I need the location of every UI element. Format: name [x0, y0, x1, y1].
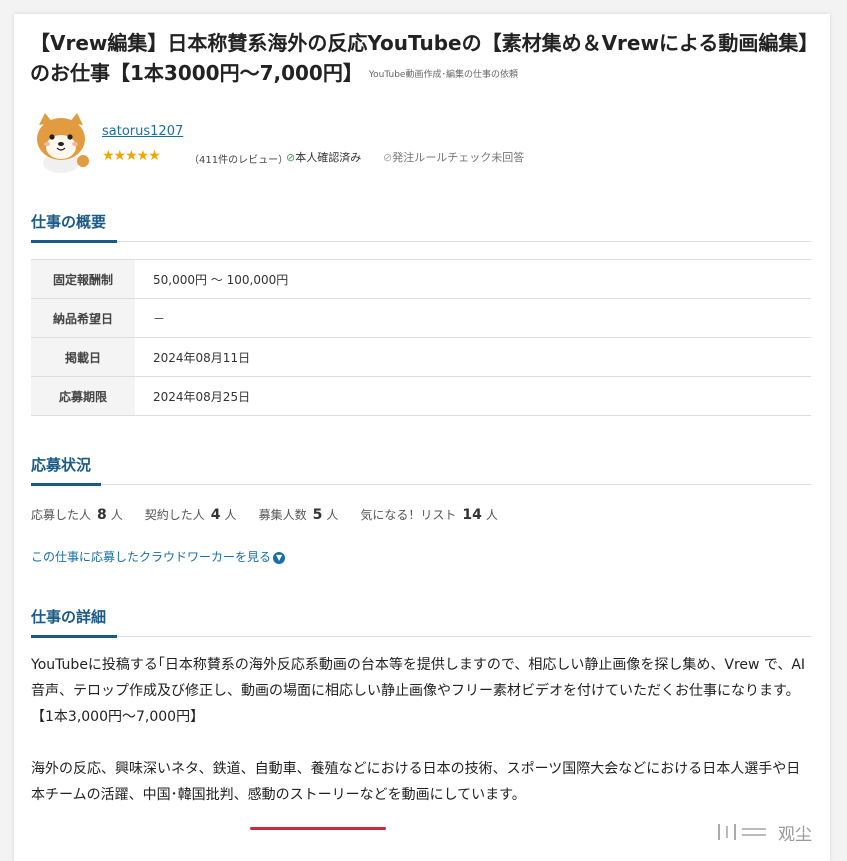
- job-title: 【Vrew編集】日本称賛系海外の反応YouTubeの【素材集め＆Vrewによる動…: [30, 28, 820, 90]
- unit: 人: [326, 508, 339, 522]
- row-value: 2024年08月11日: [135, 337, 811, 377]
- application-stats: 応募した人 8 人契約した人 4 人募集人数 5 人気になる！リスト 14 人: [31, 506, 498, 523]
- rule-check-badge: ⊘発注ルールチェック未回答: [383, 149, 524, 165]
- unit: 人: [224, 508, 237, 522]
- description-paragraph: YouTubeに投稿する｢日本称賛系の海外反応系動画の台本等を提供しますので、相…: [31, 657, 806, 699]
- view-applicants-label: この仕事に応募したクラウドワーカーを見る: [31, 550, 272, 564]
- rule-check-label: 発注ルールチェック未回答: [392, 151, 525, 164]
- details-heading-accent: [31, 635, 117, 638]
- interested-label: 気になる！リスト: [360, 508, 457, 522]
- details-divider: [31, 636, 811, 637]
- row-label: 掲載日: [31, 337, 135, 377]
- view-applicants-link[interactable]: この仕事に応募したクラウドワーカーを見る ▼: [31, 548, 286, 565]
- check-circle-icon: ⊘: [286, 151, 296, 164]
- table-row: 掲載日 2024年08月11日: [31, 337, 811, 377]
- status-heading-accent: [31, 483, 101, 486]
- recruit-label: 募集人数: [258, 508, 307, 522]
- check-circle-icon: ⊘: [383, 151, 393, 164]
- table-row: 応募期限 2024年08月25日: [31, 376, 811, 416]
- job-category[interactable]: YouTube動画作成･編集の仕事の依頼: [369, 70, 518, 80]
- row-value: 2024年08月25日: [135, 376, 811, 416]
- verified-label: 本人確認済み: [295, 151, 362, 164]
- row-value: 50,000円 ～ 100,000円: [135, 259, 811, 299]
- row-value: －: [135, 298, 811, 338]
- watermark: 观尘: [714, 820, 824, 845]
- avatar[interactable]: [31, 111, 91, 173]
- identity-verified-badge: ⊘本人確認済み: [286, 149, 361, 165]
- watermark-logo-icon: [718, 824, 766, 840]
- status-heading: 応募状況: [31, 456, 92, 474]
- job-description: YouTubeに投稿する｢日本称賛系の海外反応系動画の台本等を提供しますので、相…: [31, 652, 813, 808]
- row-label: 応募期限: [31, 376, 135, 416]
- interested-count: 14: [462, 507, 482, 523]
- client-username-link[interactable]: satorus1207: [102, 124, 183, 139]
- details-heading: 仕事の詳細: [31, 608, 107, 626]
- recruit-count: 5: [312, 507, 323, 523]
- applied-count: 8: [97, 507, 107, 523]
- applied-label: 応募した人: [31, 508, 92, 522]
- contracted-count: 4: [210, 507, 221, 523]
- contracted-label: 契約した人: [144, 508, 205, 522]
- rating-stars: ★★★★★: [102, 148, 161, 164]
- table-row: 固定報酬制 50,000円 ～ 100,000円: [31, 259, 811, 299]
- row-label: 固定報酬制: [31, 259, 135, 299]
- row-label: 納品希望日: [31, 298, 135, 338]
- price-line: 【1本3,000円～7,000円】: [31, 709, 205, 725]
- highlight-underline: [250, 827, 386, 830]
- job-card: 【Vrew編集】日本称賛系海外の反応YouTubeの【素材集め＆Vrewによる動…: [14, 14, 830, 861]
- watermark-text: 观尘: [778, 825, 812, 845]
- unit: 人: [485, 508, 498, 522]
- overview-table: 固定報酬制 50,000円 ～ 100,000円 納品希望日 － 掲載日 202…: [31, 259, 811, 416]
- unit: 人: [110, 508, 123, 522]
- table-row: 納品希望日 －: [31, 298, 811, 338]
- chevron-down-icon: ▼: [273, 552, 286, 564]
- overview-heading: 仕事の概要: [31, 213, 107, 231]
- overview-divider: [31, 241, 811, 242]
- status-divider: [31, 484, 811, 485]
- description-paragraph: 海外の反応、興味深いネタ、鉄道、自動車、養殖などにおける日本の技術、スポーツ国際…: [31, 761, 801, 803]
- overview-heading-accent: [31, 240, 117, 243]
- review-count-link[interactable]: （411件のレビュー）: [189, 151, 288, 166]
